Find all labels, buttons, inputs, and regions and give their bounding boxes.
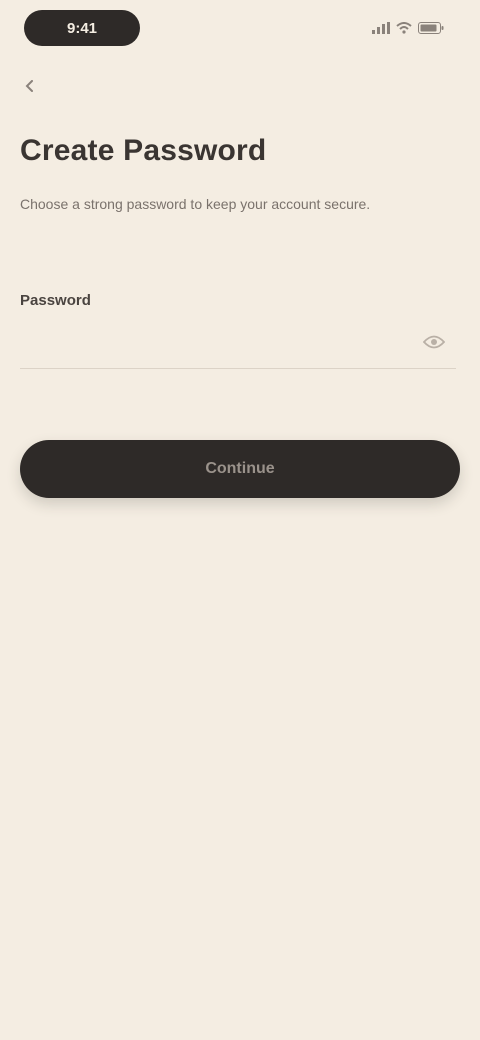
continue-button[interactable]: Continue — [20, 440, 460, 498]
password-input[interactable] — [20, 320, 410, 366]
password-field — [20, 320, 456, 369]
back-button[interactable] — [16, 74, 44, 102]
status-icons — [372, 18, 444, 40]
status-time: 9:41 — [66, 19, 98, 37]
status-bar: 9:41 — [0, 0, 480, 60]
back-arrow-icon — [24, 79, 36, 97]
password-label: Password — [20, 292, 91, 309]
page-subtitle: Choose a strong password to keep your ac… — [20, 196, 371, 212]
battery-icon — [418, 21, 444, 37]
wifi-icon — [396, 21, 412, 37]
eye-icon — [422, 334, 446, 355]
page-title: Create Password — [20, 134, 267, 167]
status-time-pill: 9:41 — [24, 10, 140, 46]
continue-button-label: Continue — [205, 460, 275, 477]
password-visibility-toggle[interactable] — [420, 330, 448, 358]
signal-icon — [372, 21, 390, 37]
